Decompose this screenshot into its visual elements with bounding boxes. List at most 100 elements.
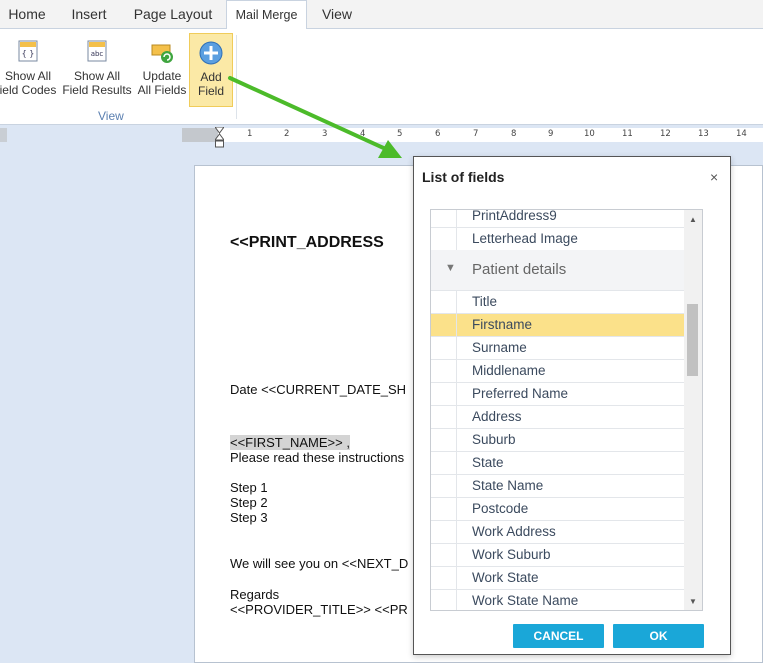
doc-print-address: <<PRINT_ADDRESS <box>230 234 384 251</box>
list-item[interactable]: State Name <box>431 475 684 498</box>
update-line1: Update <box>142 69 182 83</box>
list-item[interactable]: PrintAddress9 <box>431 209 684 228</box>
field-codes-icon: { } <box>18 40 38 62</box>
update-fields-icon <box>151 44 173 63</box>
fields-list[interactable]: PrintAddress9 Letterhead Image ▼ Patient… <box>430 209 703 611</box>
ruler-label: 12 <box>660 129 671 139</box>
list-item[interactable]: Preferred Name <box>431 383 684 406</box>
scrollbar-thumb[interactable] <box>687 304 698 376</box>
group-label: Patient details <box>472 261 567 278</box>
group-separator <box>236 35 237 119</box>
ruler-label: 8 <box>511 129 517 139</box>
ruler-label: 3 <box>322 129 328 139</box>
list-item-label: Suburb <box>472 432 516 447</box>
add-line1: Add <box>200 70 222 84</box>
update-line2: All Fields <box>137 83 187 97</box>
list-item[interactable]: Middlename <box>431 360 684 383</box>
update-all-fields-button[interactable]: Update All Fields <box>136 33 188 107</box>
ruler-label: 14 <box>736 129 747 139</box>
ruler-label: 7 <box>473 129 479 139</box>
list-item[interactable]: Postcode <box>431 498 684 521</box>
tab-insert[interactable]: Insert <box>56 0 122 29</box>
ruler-margin <box>182 128 218 142</box>
tab-view[interactable]: View <box>310 0 364 29</box>
ruler-label: 13 <box>698 129 709 139</box>
list-item-label: Surname <box>472 340 527 355</box>
ruler-label: 1 <box>247 129 253 139</box>
ok-button[interactable]: OK <box>613 624 704 648</box>
list-item-label: Middlename <box>472 363 546 378</box>
ruler-label: 11 <box>622 129 633 139</box>
list-item[interactable]: Letterhead Image <box>431 228 684 251</box>
doc-regards: Regards <box>230 587 280 602</box>
list-item[interactable]: Work State Name <box>431 590 684 610</box>
tab-page-layout[interactable]: Page Layout <box>124 0 222 29</box>
list-item-label: Title <box>472 294 498 309</box>
indent-marker-icon[interactable] <box>215 127 224 149</box>
list-item[interactable]: Work State <box>431 567 684 590</box>
doc-date-line: Date <<CURRENT_DATE_SH <box>230 382 407 397</box>
doc-first-name: <<FIRST_NAME>> , <box>230 435 350 450</box>
add-field-icon <box>199 41 223 65</box>
list-item[interactable]: Title <box>431 291 684 314</box>
list-item-label: Work State Name <box>472 593 579 608</box>
list-item[interactable]: Work Suburb <box>431 544 684 567</box>
cancel-button[interactable]: CANCEL <box>513 624 604 648</box>
list-item[interactable]: Address <box>431 406 684 429</box>
ruler-left-strip <box>0 128 7 142</box>
list-item-label: Preferred Name <box>472 386 569 401</box>
doc-step: Step 2 <box>230 495 268 510</box>
ruler-label: 10 <box>584 129 595 139</box>
svg-text:abc: abc <box>91 50 104 58</box>
list-item-selected[interactable]: Firstname <box>431 314 684 337</box>
doc-step: Step 1 <box>230 480 268 495</box>
add-field-button[interactable]: Add Field <box>189 33 233 107</box>
list-item-label: Work Suburb <box>472 547 551 562</box>
list-item[interactable]: State <box>431 452 684 475</box>
show-results-line2: Field Results <box>62 83 132 97</box>
ruler-label: 9 <box>548 129 554 139</box>
list-item-label: Postcode <box>472 501 529 516</box>
add-line2: Field <box>197 84 224 98</box>
ruler-label: 2 <box>284 129 290 139</box>
ruler-label: 6 <box>435 129 441 139</box>
ribbon: { } Show All ield Codes abc Show All Fie… <box>0 29 763 125</box>
ribbon-tabs: Home Insert Page Layout Mail Merge View <box>0 0 763 30</box>
list-item-label: PrintAddress9 <box>472 209 557 223</box>
ruler: 1 2 3 4 5 6 7 8 9 10 11 12 13 14 <box>182 127 763 148</box>
tab-home[interactable]: Home <box>0 0 54 29</box>
doc-step: Step 3 <box>230 510 268 525</box>
caret-down-icon: ▼ <box>445 262 456 274</box>
list-item-label: Address <box>472 409 522 424</box>
list-scrollbar[interactable]: ▲ ▼ <box>684 210 702 610</box>
scroll-up-icon[interactable]: ▲ <box>684 212 702 228</box>
group-header-patient-details[interactable]: ▼ Patient details <box>431 250 684 291</box>
tab-mail-merge[interactable]: Mail Merge <box>226 0 307 30</box>
ruler-label: 5 <box>397 129 403 139</box>
list-item-label: Work Address <box>472 524 556 539</box>
ribbon-group-label: View <box>98 109 124 123</box>
list-of-fields-dialog: List of fields × PrintAddress9 Letterhea… <box>413 156 731 655</box>
list-item[interactable]: Work Address <box>431 521 684 544</box>
list-item-label: Firstname <box>472 317 533 332</box>
dialog-title: List of fields <box>422 169 505 185</box>
list-item-label: State <box>472 455 504 470</box>
show-results-line1: Show All <box>73 69 121 83</box>
list-item-label: State Name <box>472 478 544 493</box>
show-codes-line2: ield Codes <box>0 83 57 97</box>
show-codes-line1: Show All <box>4 69 52 83</box>
field-results-icon: abc <box>87 40 107 62</box>
list-item[interactable]: Suburb <box>431 429 684 452</box>
list-item-label: Work State <box>472 570 539 585</box>
svg-text:{ }: { } <box>22 49 35 58</box>
doc-instructions: Please read these instructions <box>230 450 405 465</box>
list-item[interactable]: Surname <box>431 337 684 360</box>
show-all-field-results-button[interactable]: abc Show All Field Results <box>62 33 132 107</box>
doc-provider: <<PROVIDER_TITLE>> <<PR <box>230 602 408 617</box>
scroll-down-icon[interactable]: ▼ <box>684 594 702 610</box>
ruler-label: 4 <box>360 129 366 139</box>
show-all-field-codes-button[interactable]: { } Show All ield Codes <box>0 33 58 107</box>
list-item-label: Letterhead Image <box>472 231 578 246</box>
doc-next-line: We will see you on <<NEXT_D <box>230 556 409 571</box>
close-icon[interactable]: × <box>710 169 718 185</box>
